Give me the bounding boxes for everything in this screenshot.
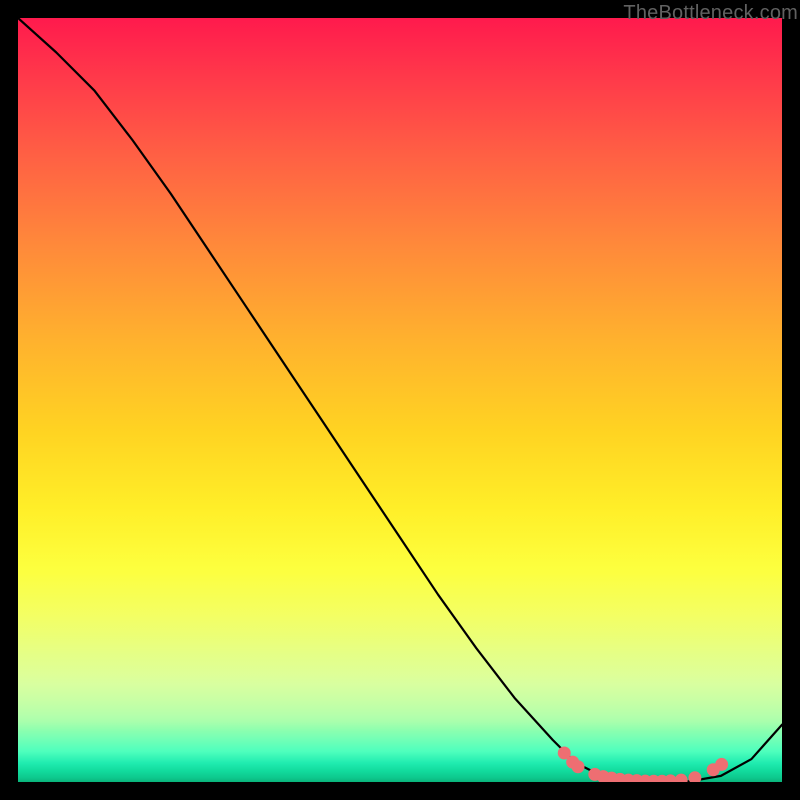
highlight-dot — [656, 775, 669, 782]
highlight-dot — [630, 774, 643, 782]
highlight-dot — [664, 774, 677, 782]
highlight-dot — [566, 756, 579, 769]
highlight-dot — [597, 770, 610, 782]
highlight-dot — [614, 773, 627, 782]
highlight-dot — [639, 775, 652, 782]
highlight-dot — [558, 746, 571, 759]
highlight-dot — [572, 760, 585, 773]
highlight-dot — [605, 772, 618, 782]
highlight-dot — [588, 768, 601, 781]
highlight-dot — [707, 763, 720, 776]
bottleneck-curve — [18, 18, 782, 782]
highlight-dot — [715, 758, 728, 771]
highlight-dot — [622, 774, 635, 782]
curve-overlay — [18, 18, 782, 782]
plot-area — [18, 18, 782, 782]
dot-group — [558, 746, 728, 782]
highlight-dot — [688, 771, 701, 782]
chart-stage: TheBottleneck.com — [0, 0, 800, 800]
highlight-dot — [675, 774, 688, 782]
haze-band — [18, 572, 782, 732]
highlight-dot — [647, 775, 660, 782]
